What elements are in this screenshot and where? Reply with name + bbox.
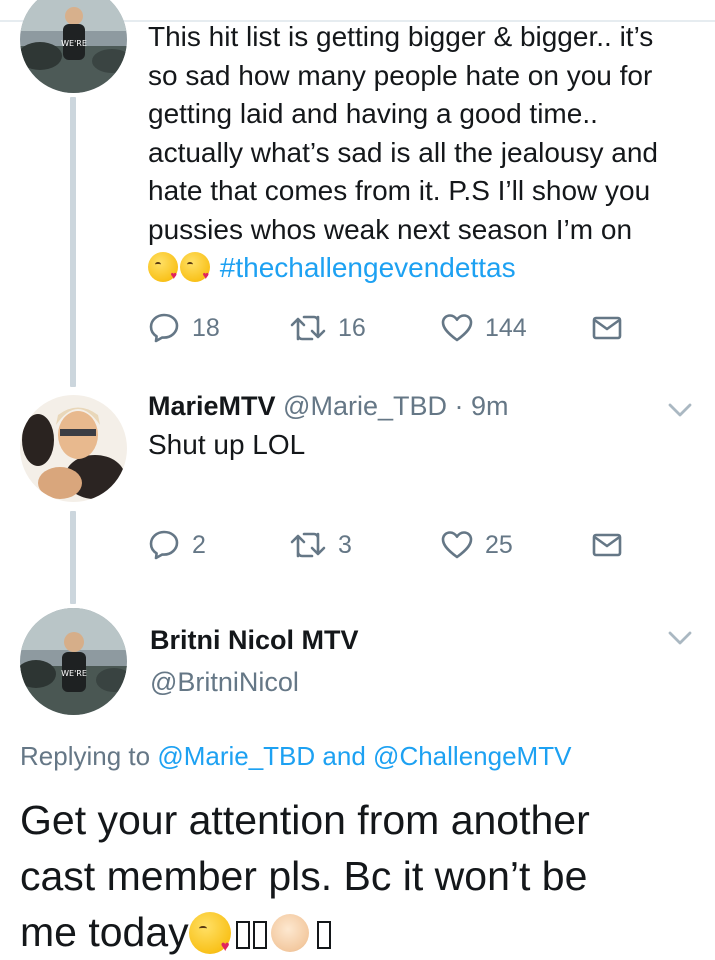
timestamp[interactable]: 9m xyxy=(471,391,509,421)
avatar-britni-top[interactable]: WE'RE xyxy=(20,0,127,93)
replying-to: Replying to @Marie_TBD and @ChallengeMTV xyxy=(20,741,571,772)
envelope-icon xyxy=(592,316,622,340)
display-name[interactable]: Britni Nicol MTV xyxy=(150,625,359,655)
separator: · xyxy=(454,391,464,421)
tweet1-line: so sad how many people hate on you for xyxy=(148,59,653,91)
britni-handle-row: @BritniNicol xyxy=(150,667,299,698)
like-button[interactable]: 25 xyxy=(441,528,513,562)
share-button[interactable] xyxy=(592,528,622,562)
main-tweet-line-last: me today xyxy=(20,904,710,960)
main-tweet-line: cast member pls. Bc it won’t be xyxy=(20,853,588,899)
retweet-button[interactable]: 16 xyxy=(290,311,366,345)
tweet2-actions: 2 3 25 xyxy=(148,528,628,562)
thread-line-2 xyxy=(70,511,76,604)
reply-button[interactable]: 2 xyxy=(148,528,206,562)
and-word[interactable]: and xyxy=(322,741,365,771)
thread-line-1 xyxy=(70,97,76,387)
tweet1-line-last: #thechallengevendettas xyxy=(148,249,708,288)
chevron-down-icon[interactable] xyxy=(667,401,693,419)
main-tweet-text: Get your attention from another cast mem… xyxy=(20,792,710,960)
missing-glyph-icon xyxy=(235,921,250,949)
retweet-icon xyxy=(290,532,326,558)
hashtag-link[interactable]: #thechallengevendettas xyxy=(220,252,516,283)
like-count: 144 xyxy=(485,313,527,342)
display-name[interactable]: MarieMTV xyxy=(148,391,276,421)
britni-name: Britni Nicol MTV xyxy=(150,625,359,656)
marie-header: MarieMTV @Marie_TBD · 9m xyxy=(148,391,509,422)
kissing-face-emoji-icon xyxy=(188,912,231,954)
retweet-button[interactable]: 3 xyxy=(290,528,352,562)
user-handle[interactable]: @BritniNicol xyxy=(150,667,299,697)
kissing-face-emoji-icon xyxy=(180,252,210,282)
tweet1-line: getting laid and having a good time.. xyxy=(148,98,598,129)
like-button[interactable]: 144 xyxy=(441,311,527,345)
tweet1-line: This hit list is getting bigger & bigger… xyxy=(148,21,654,52)
heart-icon xyxy=(441,531,473,559)
replying-prefix: Replying to xyxy=(20,741,151,771)
tweet1-actions: 18 16 144 xyxy=(148,311,628,345)
tweet1-line: hate that comes from it. P.S I’ll show y… xyxy=(148,175,651,206)
heart-icon xyxy=(441,314,473,342)
tweet1-text: This hit list is getting bigger & bigger… xyxy=(148,18,708,288)
mention-link[interactable]: @ChallengeMTV xyxy=(373,741,571,771)
share-button[interactable] xyxy=(592,311,622,345)
like-count: 25 xyxy=(485,530,513,559)
svg-text:WE'RE: WE'RE xyxy=(61,39,87,48)
user-handle[interactable]: @Marie_TBD xyxy=(283,391,447,421)
missing-glyph-icon xyxy=(316,921,331,949)
retweet-icon xyxy=(290,315,326,341)
svg-text:WE'RE: WE'RE xyxy=(61,669,87,678)
tweet1-line: pussies whos weak next season I’m on xyxy=(148,213,633,245)
tweet1-line: actually what’s sad is all the jealousy … xyxy=(148,136,659,168)
reply-icon xyxy=(149,313,179,343)
tweet2-text: Shut up LOL xyxy=(148,429,306,460)
main-tweet-line: me today xyxy=(20,909,189,955)
reply-icon xyxy=(149,530,179,560)
retweet-count: 16 xyxy=(338,313,366,342)
kissing-face-emoji-icon xyxy=(148,252,178,282)
reply-count: 18 xyxy=(192,313,220,342)
envelope-icon xyxy=(592,533,622,557)
avatar-marie[interactable] xyxy=(20,395,127,502)
retweet-count: 3 xyxy=(338,530,352,559)
avatar-britni[interactable]: WE'RE xyxy=(20,608,127,715)
clapping-hands-emoji-icon xyxy=(270,914,309,952)
chevron-down-icon[interactable] xyxy=(667,629,693,647)
missing-glyph-icon xyxy=(252,921,267,949)
reply-count: 2 xyxy=(192,530,206,559)
main-tweet-line: Get your attention from another xyxy=(20,797,590,843)
mention-link[interactable]: @Marie_TBD xyxy=(157,741,315,771)
reply-button[interactable]: 18 xyxy=(148,311,220,345)
